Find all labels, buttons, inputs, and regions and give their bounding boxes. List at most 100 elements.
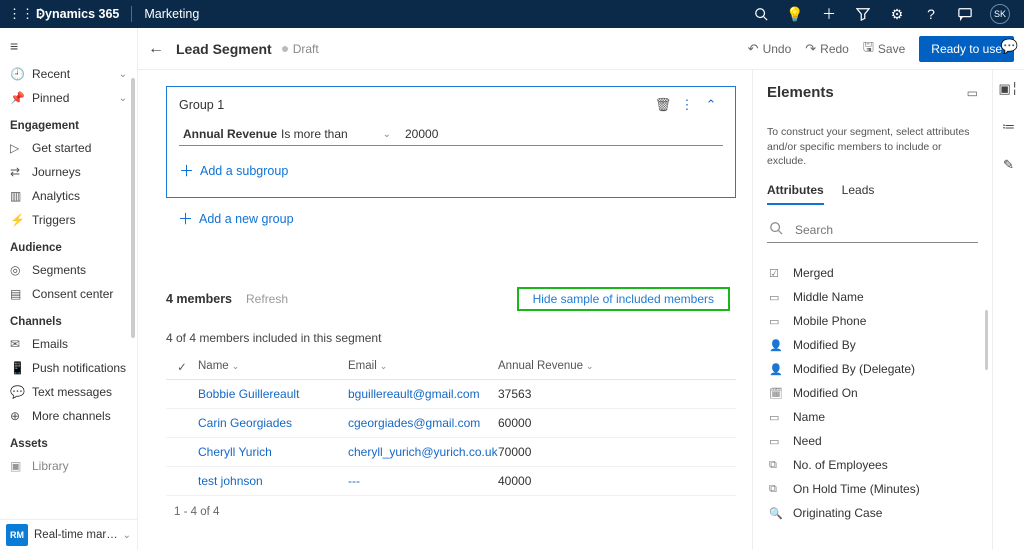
sort-icon: ⌄ <box>380 361 388 371</box>
rail-add-panel-icon[interactable]: ▣╎ <box>1000 80 1018 98</box>
sidebar-item-segments[interactable]: ◎Segments <box>0 258 137 282</box>
plus-icon[interactable]: ＋ <box>820 5 838 23</box>
module-name: Marketing <box>144 7 199 21</box>
attribute-search[interactable] <box>767 215 978 243</box>
member-revenue: 40000 <box>498 474 628 488</box>
attribute-item[interactable]: 👤Modified By (Delegate) <box>767 357 978 381</box>
tab-attributes[interactable]: Attributes <box>767 183 824 205</box>
rail-list-icon[interactable]: ≔ <box>1000 118 1018 136</box>
search-input[interactable] <box>795 223 976 237</box>
member-email-link[interactable]: cgeorgiades@gmail.com <box>348 416 498 430</box>
sidebar-item-text[interactable]: 💬Text messages <box>0 380 137 404</box>
add-group-button[interactable]: ＋Add a new group <box>166 198 736 229</box>
chevron-down-icon: ⌄ <box>119 93 127 104</box>
sidebar-item-emails[interactable]: ✉Emails <box>0 332 137 356</box>
member-revenue: 37563 <box>498 387 628 401</box>
attribute-type-icon: ☑ <box>769 267 785 280</box>
elements-title: Elements <box>767 84 967 101</box>
add-subgroup-button[interactable]: ＋Add a subgroup <box>179 156 723 185</box>
delete-group-icon[interactable]: 🗑 <box>651 97 675 113</box>
right-rail: ▣╎ ≔ ✎ <box>992 70 1024 550</box>
attribute-item[interactable]: ⧉On Hold Time (Minutes) <box>767 477 978 501</box>
segment-canvas: Group 1 🗑 ⋮ ⌃ Annual Revenue Is more tha… <box>138 70 748 550</box>
table-row: Carin Georgiadescgeorgiades@gmail.com600… <box>166 409 736 438</box>
attribute-item[interactable]: 🔍Originating Case <box>767 501 978 525</box>
select-all-checkbox[interactable]: ✓ <box>166 360 198 374</box>
sidebar-item-analytics[interactable]: ▥Analytics <box>0 184 137 208</box>
attribute-type-icon: ▭ <box>769 291 785 304</box>
elements-panel: Elements ▭ To construct your segment, se… <box>752 70 992 550</box>
table-row: test johnson---40000 <box>166 467 736 496</box>
page-title: Lead Segment <box>176 41 272 57</box>
redo-button[interactable]: ↷Redo <box>805 41 849 57</box>
member-email-link[interactable]: --- <box>348 474 498 488</box>
attribute-scrollbar[interactable] <box>985 310 988 370</box>
attribute-item[interactable]: ☑ Merged <box>767 261 978 285</box>
filter-icon[interactable] <box>854 5 872 23</box>
collapse-group-icon[interactable]: ⌃ <box>699 97 723 113</box>
sidebar-recent[interactable]: 🕘Recent⌄ <box>0 62 137 86</box>
sidebar-item-push[interactable]: 📱Push notifications <box>0 356 137 380</box>
attribute-type-icon: ⧉ <box>769 483 785 496</box>
sidebar-item-library[interactable]: ▣Library <box>0 454 137 478</box>
search-icon[interactable] <box>752 5 770 23</box>
settings-gear-icon[interactable]: ⚙ <box>888 5 906 23</box>
attribute-label: Modified By <box>793 338 856 352</box>
group-menu-icon[interactable]: ⋮ <box>675 97 699 113</box>
save-button[interactable]: 🖫Save <box>863 38 905 60</box>
attribute-item[interactable]: ▭Mobile Phone <box>767 309 978 333</box>
member-name-link[interactable]: test johnson <box>198 474 348 488</box>
collapse-panel-icon[interactable]: ▭ <box>967 86 978 100</box>
member-name-link[interactable]: Carin Georgiades <box>198 416 348 430</box>
sidebar-item-journeys[interactable]: ⇄Journeys <box>0 160 137 184</box>
sidebar-item-get-started[interactable]: ▷Get started <box>0 136 137 160</box>
lightbulb-icon[interactable]: 💡 <box>786 5 804 23</box>
rail-settings-icon[interactable]: ✎ <box>1000 156 1018 174</box>
back-button[interactable]: ← <box>148 40 172 58</box>
member-name-link[interactable]: Cheryll Yurich <box>198 445 348 459</box>
member-name-link[interactable]: Bobbie Guillereault <box>198 387 348 401</box>
elements-description: To construct your segment, select attrib… <box>767 125 978 169</box>
sidebar-scrollbar[interactable] <box>131 78 135 510</box>
member-revenue: 70000 <box>498 445 628 459</box>
copilot-icon[interactable]: 💬 <box>1001 38 1018 55</box>
condition-value[interactable]: 20000 <box>405 127 719 141</box>
help-icon[interactable]: ? <box>922 5 940 23</box>
sidebar-pinned[interactable]: 📌Pinned⌄ <box>0 86 137 110</box>
sort-icon: ⌄ <box>586 361 594 371</box>
user-avatar[interactable]: SK <box>990 4 1010 24</box>
member-email-link[interactable]: bguillereault@gmail.com <box>348 387 498 401</box>
condition-operator-dropdown[interactable]: Is more than⌄ <box>281 127 391 141</box>
attribute-label: Name <box>793 410 825 424</box>
hamburger-icon[interactable]: ≡ <box>0 34 137 62</box>
sidebar-item-consent-center[interactable]: ▤Consent center <box>0 282 137 306</box>
members-table: ✓ Name⌄ Email⌄ Annual Revenue⌄ Bobbie Gu… <box>166 355 736 496</box>
col-header-email[interactable]: Email⌄ <box>348 360 498 374</box>
sidebar-item-triggers[interactable]: ⚡Triggers <box>0 208 137 232</box>
attribute-item[interactable]: ▭ Middle Name <box>767 285 978 309</box>
attribute-item[interactable]: ⧉No. of Employees <box>767 453 978 477</box>
sidebar-item-more-channels[interactable]: ⊕More channels <box>0 404 137 428</box>
undo-button[interactable]: ↶Undo <box>748 41 792 57</box>
refresh-button[interactable]: Refresh <box>246 292 288 306</box>
attribute-item[interactable]: 🗓Modified On <box>767 381 978 405</box>
hide-sample-button[interactable]: Hide sample of included members <box>517 287 730 311</box>
attribute-label: Merged <box>793 266 834 280</box>
attribute-label: Middle Name <box>793 290 864 304</box>
app-launcher-icon[interactable]: ⋮⋮⋮ <box>8 6 30 22</box>
tab-leads[interactable]: Leads <box>842 183 875 205</box>
attribute-item[interactable]: 👤 Modified By <box>767 333 978 357</box>
member-email-link[interactable]: cheryll_yurich@yurich.co.uk <box>348 445 498 459</box>
col-header-revenue[interactable]: Annual Revenue⌄ <box>498 360 628 374</box>
feedback-icon[interactable] <box>956 5 974 23</box>
sidebar-heading-channels: Channels <box>0 306 137 332</box>
status-badge: Draft <box>282 42 319 56</box>
chevron-down-icon: ⌄ <box>119 69 127 80</box>
attribute-type-icon: 👤 <box>769 339 785 352</box>
sidebar-area-switcher[interactable]: RM Real-time marketi... ⌄ <box>0 519 137 550</box>
attribute-item[interactable]: ▭Name <box>767 405 978 429</box>
attribute-item[interactable]: ▭Need <box>767 429 978 453</box>
table-row: Cheryll Yurichcheryll_yurich@yurich.co.u… <box>166 438 736 467</box>
col-header-name[interactable]: Name⌄ <box>198 360 348 374</box>
attribute-type-icon: 🗓 <box>769 387 785 400</box>
